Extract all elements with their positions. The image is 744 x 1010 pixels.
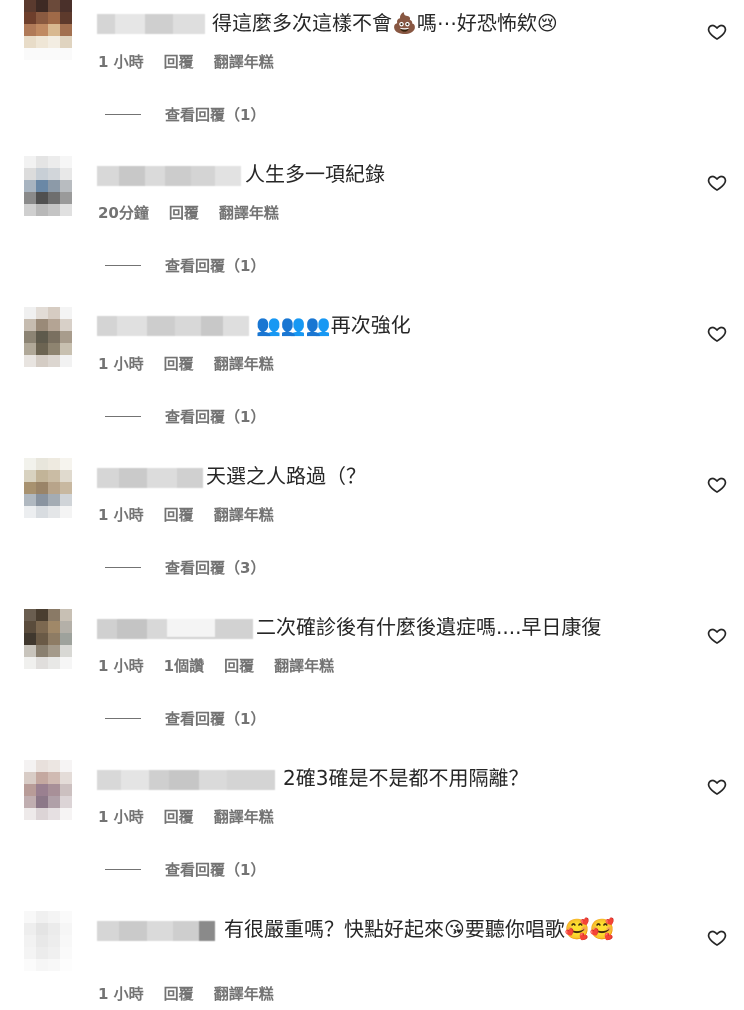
comment-meta: 1 小時 回覆 翻譯年糕 [98,804,294,828]
username-blurred[interactable] [97,770,275,790]
comment-text: 👥👥👥再次強化 [256,313,411,337]
avatar[interactable] [24,609,72,669]
comment-text: 有很嚴重嗎？快點好起來😘要聽你唱歌🥰🥰 [224,917,615,941]
comment-time[interactable]: 20分鐘 [98,202,149,223]
comment-meta: 1 小時 回覆 翻譯年糕 [98,981,294,1005]
view-replies-label: 查看回覆（3） [165,558,266,577]
comment-meta: 1 小時 回覆 翻譯年糕 [98,49,294,73]
comment-time[interactable]: 1 小時 [98,504,144,525]
comment-time[interactable]: 1 小時 [98,353,144,374]
comment-time[interactable]: 1 小時 [98,983,144,1004]
view-replies-label: 查看回覆（1） [165,709,266,728]
comment-text: 天選之人路過（？ [206,464,366,488]
reply-button[interactable]: 回覆 [164,353,194,374]
translate-button[interactable]: 翻譯年糕 [214,806,274,827]
heart-icon[interactable] [707,777,727,797]
username-blurred[interactable] [97,166,241,186]
comment-text: 得這麼多次這樣不會💩嗎⋯好恐怖欸😢 [212,11,558,35]
reply-button[interactable]: 回覆 [164,983,194,1004]
avatar[interactable] [24,0,72,60]
avatar[interactable] [24,307,72,367]
heart-icon[interactable] [707,475,727,495]
avatar[interactable] [24,156,72,216]
avatar[interactable] [24,760,72,820]
view-replies-label: 查看回覆（1） [165,860,266,879]
translate-button[interactable]: 翻譯年糕 [214,504,274,525]
divider-line [105,415,141,417]
divider-line [105,264,141,266]
comment-time[interactable]: 1 小時 [98,51,144,72]
likes-count[interactable]: 1個讚 [164,655,204,676]
avatar[interactable] [24,458,72,518]
avatar[interactable] [24,911,72,971]
username-blurred[interactable] [97,921,215,941]
divider-line [105,113,141,115]
reply-button[interactable]: 回覆 [224,655,254,676]
translate-button[interactable]: 翻譯年糕 [214,983,274,1004]
heart-icon[interactable] [707,928,727,948]
divider-line [105,566,141,568]
translate-button[interactable]: 翻譯年糕 [214,51,274,72]
view-replies-button[interactable]: 查看回覆（1） [105,404,265,428]
username-blurred[interactable] [97,316,249,336]
divider-line [105,717,141,719]
view-replies-button[interactable]: 查看回覆（3） [105,555,265,579]
translate-button[interactable]: 翻譯年糕 [274,655,334,676]
comment-text: 人生多一項紀錄 [245,162,385,186]
comment-meta: 1 小時 回覆 翻譯年糕 [98,502,294,526]
reply-button[interactable]: 回覆 [169,202,199,223]
reply-button[interactable]: 回覆 [164,51,194,72]
view-replies-button[interactable]: 查看回覆（1） [105,253,265,277]
view-replies-button[interactable]: 查看回覆（1） [105,706,265,730]
divider-line [105,868,141,870]
comment-meta: 1 小時 1個讚 回覆 翻譯年糕 [98,653,354,677]
comment-text: 2確3確是不是都不用隔離？ [283,766,529,790]
translate-button[interactable]: 翻譯年糕 [219,202,279,223]
translate-button[interactable]: 翻譯年糕 [214,353,274,374]
view-replies-button[interactable]: 查看回覆（1） [105,857,265,881]
comment-time[interactable]: 1 小時 [98,806,144,827]
heart-icon[interactable] [707,324,727,344]
username-blurred[interactable] [97,14,205,34]
comment-time[interactable]: 1 小時 [98,655,144,676]
reply-button[interactable]: 回覆 [164,504,194,525]
view-replies-label: 查看回覆（1） [165,407,266,426]
heart-icon[interactable] [707,626,727,646]
comment-text: 二次確診後有什麼後遺症嗎....早日康復 [256,615,602,639]
view-replies-label: 查看回覆（1） [165,256,266,275]
reply-button[interactable]: 回覆 [164,806,194,827]
username-blurred[interactable] [97,619,253,639]
heart-icon[interactable] [707,173,727,193]
username-blurred[interactable] [97,468,203,488]
view-replies-label: 查看回覆（1） [165,105,266,124]
comment-meta: 1 小時 回覆 翻譯年糕 [98,351,294,375]
comment-meta: 20分鐘 回覆 翻譯年糕 [98,200,299,224]
heart-icon[interactable] [707,22,727,42]
view-replies-button[interactable]: 查看回覆（1） [105,102,265,126]
